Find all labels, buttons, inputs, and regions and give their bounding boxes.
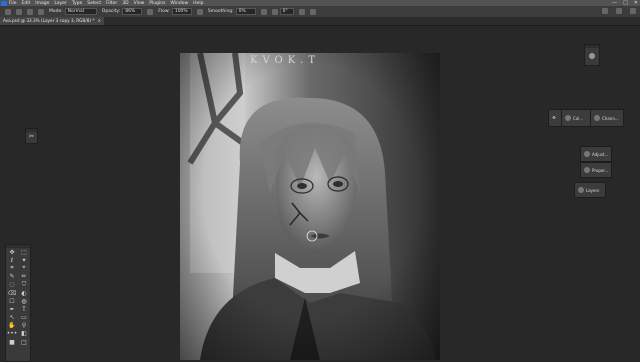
opacity-field[interactable]: 86% xyxy=(122,8,143,15)
menu-file[interactable]: File xyxy=(9,1,17,6)
pressure-opacity-icon[interactable] xyxy=(147,8,154,15)
flow-field[interactable]: 100% xyxy=(171,8,192,15)
properties-label: Proper... xyxy=(592,167,609,173)
home-icon[interactable] xyxy=(5,8,11,15)
lasso-tool-icon[interactable]: ℓ xyxy=(6,256,18,264)
workspace-icon[interactable] xyxy=(616,8,622,14)
document-tab-title: Ava.psd @ 33.3% (Layer 3 copy 3, RGB/8) … xyxy=(3,18,95,23)
gradient-tool-icon[interactable]: ◐ xyxy=(18,289,30,297)
menu-help[interactable]: Help xyxy=(193,1,203,6)
channels-panel-icon xyxy=(594,115,600,121)
color-panel-label: Col... xyxy=(573,115,584,121)
menu-window[interactable]: Window xyxy=(170,1,188,6)
opacity-label: Opacity: xyxy=(101,9,121,14)
mode-select[interactable]: Normal xyxy=(64,8,97,15)
artwork-signature: KVOK.T xyxy=(250,55,321,66)
angle-icon xyxy=(271,8,278,15)
mode-label: Mode: xyxy=(49,9,63,14)
symmetry-icon[interactable] xyxy=(309,8,316,15)
background-color-swatch[interactable]: □ xyxy=(18,338,30,346)
layers-icon xyxy=(578,187,584,193)
menu-select[interactable]: Select xyxy=(87,1,101,6)
foreground-color-swatch[interactable]: ■ xyxy=(6,338,18,346)
shape-tool-icon[interactable]: ▭ xyxy=(18,314,30,322)
blur-tool-icon[interactable]: ☐ xyxy=(6,297,18,305)
menu-plugins[interactable]: Plugins xyxy=(149,1,165,6)
document-tab[interactable]: Ava.psd @ 33.3% (Layer 3 copy 3, RGB/8) … xyxy=(0,17,104,25)
brush-tool-icon-active[interactable]: ✏ xyxy=(18,273,30,281)
dodge-tool-icon[interactable]: ◍ xyxy=(18,297,30,305)
search-icon[interactable] xyxy=(602,8,608,14)
share-icon[interactable] xyxy=(630,8,636,14)
panel-tool-strip[interactable]: ⌯ xyxy=(548,109,562,127)
menu-edit[interactable]: Edit xyxy=(22,1,31,6)
history-brush-tool-icon[interactable]: ⛉ xyxy=(18,281,30,289)
smoothing-label: Smoothing: xyxy=(207,9,234,14)
quick-select-tool-icon[interactable]: ✦ xyxy=(18,256,30,264)
crop-tool-icon[interactable]: ⌗ xyxy=(6,264,18,272)
angle-field[interactable]: 0° xyxy=(279,8,294,15)
quick-mask-icon[interactable]: ◧ xyxy=(18,330,30,338)
pressure-size-icon[interactable] xyxy=(298,8,305,15)
type-tool-icon[interactable]: T xyxy=(18,305,30,313)
zoom-tool-icon[interactable]: ⚲ xyxy=(18,322,30,330)
menu-filter[interactable]: Filter xyxy=(106,1,117,6)
artwork-image xyxy=(180,53,440,360)
properties-panel-tab[interactable]: Proper... xyxy=(580,162,612,178)
layers-label: Layers xyxy=(586,187,600,193)
path-select-tool-icon[interactable]: ↖ xyxy=(6,314,18,322)
move-tool-icon[interactable]: ✥ xyxy=(6,248,18,256)
menu-layer[interactable]: Layer xyxy=(54,1,67,6)
floating-tool-widget[interactable]: ✂ xyxy=(25,128,38,144)
menu-type[interactable]: Type xyxy=(72,1,82,6)
menu-image[interactable]: Image xyxy=(35,1,49,6)
adjustments-icon xyxy=(584,151,590,157)
brush-settings-icon[interactable] xyxy=(38,8,44,15)
marquee-tool-icon[interactable]: ⬚ xyxy=(18,248,30,256)
clone-stamp-tool-icon[interactable]: ◌ xyxy=(6,281,18,289)
menu-view[interactable]: View xyxy=(134,1,145,6)
close-tab-button[interactable]: × xyxy=(97,18,101,23)
channels-panel-label: Chann... xyxy=(602,115,619,121)
flow-label: Flow: xyxy=(158,9,170,14)
menu-3d[interactable]: 3D xyxy=(122,1,128,6)
color-panel-icon xyxy=(565,115,571,121)
channels-panel-tab[interactable]: Chann... xyxy=(590,109,624,127)
brush-tool-icon[interactable] xyxy=(16,8,22,15)
navigator-icon[interactable] xyxy=(589,53,595,59)
airbrush-icon[interactable] xyxy=(196,8,203,15)
document-tab-bar: Ava.psd @ 33.3% (Layer 3 copy 3, RGB/8) … xyxy=(0,17,640,26)
properties-icon xyxy=(584,167,590,173)
hand-tool-icon[interactable]: ✋ xyxy=(6,322,18,330)
app-logo-icon xyxy=(1,0,7,6)
healing-tool-icon[interactable]: ✎ xyxy=(6,273,18,281)
adjustments-panel-tab[interactable]: Adjust... xyxy=(580,146,612,162)
color-panel-tab[interactable]: Col... xyxy=(561,109,591,127)
floating-panel-widget[interactable] xyxy=(584,44,600,66)
scissors-icon[interactable]: ✂ xyxy=(26,132,37,142)
layers-panel-tab[interactable]: Layers xyxy=(574,182,606,198)
gear-icon[interactable] xyxy=(260,8,267,15)
adjustments-label: Adjust... xyxy=(592,151,609,157)
document-canvas[interactable] xyxy=(180,53,440,360)
more-tools-icon[interactable]: ••• xyxy=(6,330,18,338)
tools-panel: ✥ ⬚ ℓ ✦ ⌗ ⌖ ✎ ✏ ◌ ⛉ ⌫ ◐ ☐ ◍ ✒ T ↖ ▭ ✋ ⚲ … xyxy=(5,244,31,362)
smoothing-field[interactable]: 0% xyxy=(235,8,256,15)
pen-tool-icon[interactable]: ✒ xyxy=(6,305,18,313)
brush-panel-icon[interactable]: ⌯ xyxy=(552,115,556,121)
eraser-tool-icon[interactable]: ⌫ xyxy=(6,289,18,297)
eyedropper-tool-icon[interactable]: ⌖ xyxy=(18,264,30,272)
brush-preset-icon[interactable] xyxy=(27,8,33,15)
